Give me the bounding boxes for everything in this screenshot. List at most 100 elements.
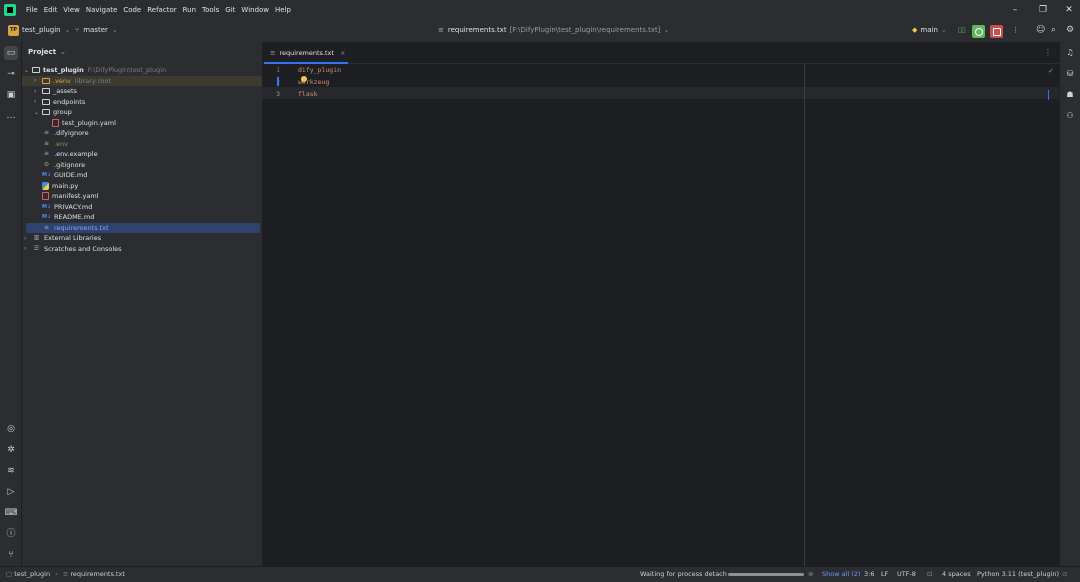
menu-refactor[interactable]: Refactor bbox=[147, 6, 176, 14]
settings-icon[interactable]: ⚙ bbox=[1066, 25, 1074, 35]
search-icon[interactable]: ⌕ bbox=[1051, 25, 1056, 35]
database-icon[interactable]: ⛁ bbox=[1063, 67, 1077, 81]
project-panel-header[interactable]: Project ⌄ bbox=[28, 48, 66, 56]
editor-area[interactable] bbox=[262, 42, 1059, 566]
markdown-file-icon: M↓ bbox=[42, 214, 52, 221]
indent-setting[interactable]: 4 spaces bbox=[942, 570, 971, 578]
code-line[interactable]: flask bbox=[298, 90, 318, 98]
tree-item-guide-md[interactable]: M↓ GUIDE.md bbox=[22, 170, 262, 181]
run-config-selector[interactable]: ◆ main ⌄ bbox=[912, 26, 947, 34]
run-tool-icon[interactable]: ▷ bbox=[4, 485, 18, 499]
menu-run[interactable]: Run bbox=[183, 6, 196, 14]
folder-icon bbox=[32, 67, 40, 74]
more-tabs-icon[interactable]: ⋮ bbox=[1044, 48, 1052, 57]
tree-item-group[interactable]: ⌄ group bbox=[22, 107, 262, 118]
account-icon[interactable]: ☺ bbox=[1036, 25, 1045, 35]
menu-edit[interactable]: Edit bbox=[44, 6, 58, 14]
python-icon: ◆ bbox=[912, 26, 918, 34]
tab-requirements-txt[interactable]: ≡ requirements.txt × bbox=[264, 44, 348, 64]
tree-item-scratches[interactable]: › ☰ Scratches and Consoles bbox=[22, 244, 262, 255]
tree-item-readme-md[interactable]: M↓ README.md bbox=[22, 212, 262, 223]
tree-item-privacy-md[interactable]: M↓ PRIVACY.md bbox=[22, 202, 262, 213]
inspection-ok-icon[interactable]: ✓ bbox=[1048, 67, 1054, 75]
tree-item-manifest-yaml[interactable]: manifest.yaml bbox=[22, 191, 262, 202]
breadcrumb-project[interactable]: test_plugin bbox=[14, 570, 50, 578]
ignore-file-icon: ⊘ bbox=[43, 160, 50, 168]
tree-item-gitignore[interactable]: ⊘ .gitignore bbox=[22, 160, 262, 171]
menu-window[interactable]: Window bbox=[241, 6, 269, 14]
menu-navigate[interactable]: Navigate bbox=[86, 6, 117, 14]
chevron-down-icon: ⌄ bbox=[24, 66, 30, 74]
line-separator[interactable]: LF bbox=[881, 570, 888, 578]
terminal-icon[interactable]: ⌨ bbox=[4, 506, 18, 520]
menu-view[interactable]: View bbox=[63, 6, 80, 14]
menu-tools[interactable]: Tools bbox=[202, 6, 219, 14]
tree-item-label: .env bbox=[54, 139, 69, 148]
services-icon[interactable]: ≋ bbox=[4, 464, 18, 478]
tree-item-label: README.md bbox=[54, 213, 95, 222]
chevron-right-icon: › bbox=[55, 570, 58, 578]
menu-git[interactable]: Git bbox=[225, 6, 235, 14]
intention-bulb-icon[interactable] bbox=[301, 76, 307, 82]
git-tool-icon[interactable]: ⑂ bbox=[4, 548, 18, 562]
file-encoding[interactable]: UTF-8 bbox=[897, 570, 916, 578]
scratches-icon: ☰ bbox=[33, 244, 40, 252]
close-tab-icon[interactable]: × bbox=[340, 49, 345, 57]
more-actions-icon[interactable]: ⋮ bbox=[1012, 26, 1019, 34]
commit-tool-icon[interactable]: ⊸ bbox=[4, 67, 18, 81]
debug-icon[interactable]: ✲ bbox=[4, 443, 18, 457]
menu-help[interactable]: Help bbox=[275, 6, 291, 14]
tree-item-difyignore[interactable]: ≡ .difyignore bbox=[22, 128, 262, 139]
change-marker bbox=[277, 77, 279, 86]
file-title-widget[interactable]: ≡ requirements.txt [F:\DifyPlugin\test_p… bbox=[438, 26, 669, 34]
ai-assistant-icon[interactable]: ☗ bbox=[1063, 88, 1077, 102]
minimize-icon[interactable]: – bbox=[1008, 4, 1022, 16]
tab-label: requirements.txt bbox=[279, 49, 334, 57]
menu-file[interactable]: File bbox=[26, 6, 38, 14]
breadcrumb-file[interactable]: requirements.txt bbox=[70, 570, 125, 578]
folder-icon bbox=[42, 98, 50, 105]
structure-tool-icon[interactable]: ▣ bbox=[4, 88, 18, 102]
chevron-down-icon: ⌄ bbox=[34, 108, 40, 116]
code-line[interactable]: dify_plugin bbox=[298, 66, 341, 74]
caret-position[interactable]: 3:6 bbox=[864, 570, 874, 578]
library-icon: ▥ bbox=[33, 234, 40, 242]
tree-item-assets[interactable]: › _assets bbox=[22, 86, 262, 97]
tree-root[interactable]: ⌄ test_plugin F:\DifyPlugin\test_plugin bbox=[22, 65, 262, 76]
plugin-icon[interactable]: ⚇ bbox=[1063, 109, 1077, 123]
chevron-right-icon: › bbox=[24, 245, 27, 253]
vcs-status-icon[interactable]: ⊙ bbox=[1062, 570, 1067, 578]
notifications-icon[interactable]: ♫ bbox=[1063, 46, 1077, 60]
status-breadcrumb[interactable]: ▢ test_plugin › ≡ requirements.txt bbox=[6, 570, 125, 578]
cancel-process-icon[interactable]: ⊗ bbox=[808, 570, 813, 578]
python-packages-icon[interactable]: ◎ bbox=[4, 422, 18, 436]
more-tools-icon[interactable]: … bbox=[4, 109, 18, 123]
tree-item-env-example[interactable]: ≡ .env.example bbox=[22, 149, 262, 160]
problems-icon[interactable]: ⓘ bbox=[4, 527, 18, 541]
tree-item-env[interactable]: ≡ .env bbox=[22, 139, 262, 150]
tree-item-external-libraries[interactable]: › ▥ External Libraries bbox=[22, 233, 262, 244]
project-tool-icon[interactable]: ▭ bbox=[4, 46, 18, 60]
tree-item-endpoints[interactable]: › endpoints bbox=[22, 97, 262, 108]
run-icon[interactable]: ▯▯ bbox=[958, 26, 966, 34]
menu-code[interactable]: Code bbox=[123, 6, 141, 14]
chevron-right-icon: › bbox=[34, 77, 37, 85]
tree-item-venv[interactable]: › .venv library root bbox=[22, 75, 262, 86]
project-name: test_plugin bbox=[22, 26, 61, 34]
tree-item-main-py[interactable]: main.py bbox=[22, 181, 262, 192]
tree-item-test-plugin-yaml[interactable]: test_plugin.yaml bbox=[22, 118, 262, 129]
python-interpreter[interactable]: Python 3.11 (test_plugin) bbox=[977, 570, 1059, 578]
tree-item-requirements-txt[interactable]: ≡ requirements.txt bbox=[26, 222, 260, 233]
project-badge: TP bbox=[8, 25, 19, 36]
restore-icon[interactable]: ❐ bbox=[1036, 4, 1050, 16]
stop-button[interactable] bbox=[990, 25, 1003, 38]
branch-name: master bbox=[83, 26, 108, 34]
vcs-branch-widget[interactable]: ⑂ master ⌄ bbox=[75, 26, 118, 34]
project-widget[interactable]: test_plugin ⌄ bbox=[22, 26, 70, 34]
read-only-lock-icon[interactable]: ⊡ bbox=[927, 570, 932, 578]
show-all-link[interactable]: Show all (2) bbox=[822, 570, 860, 578]
close-icon[interactable]: ✕ bbox=[1062, 4, 1076, 16]
chevron-right-icon: › bbox=[34, 87, 37, 95]
rerun-button[interactable] bbox=[972, 25, 985, 38]
yaml-file-icon bbox=[52, 118, 59, 127]
